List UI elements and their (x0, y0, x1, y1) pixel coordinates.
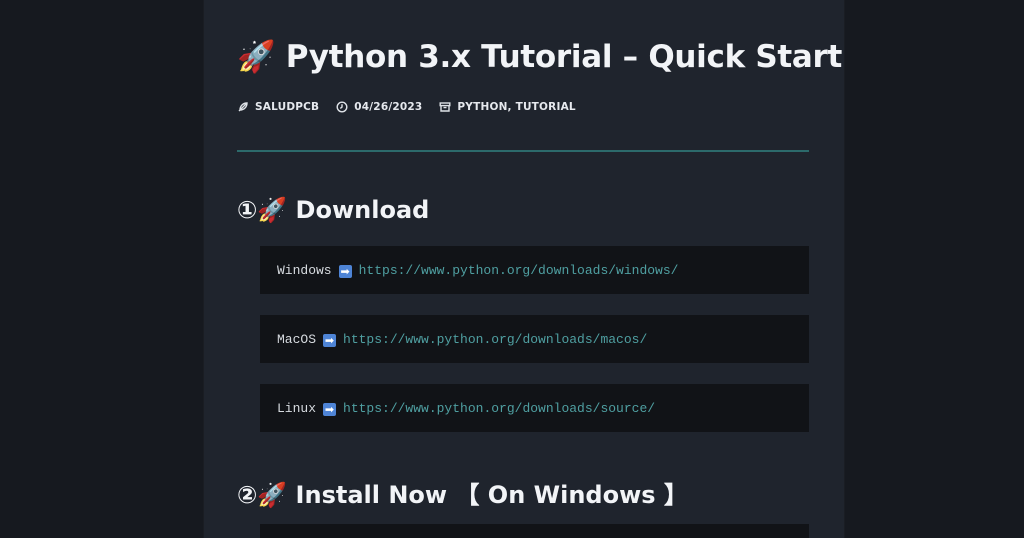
title-divider (237, 150, 809, 152)
code-block-install (260, 524, 809, 538)
os-label-macos: MacOS (277, 331, 317, 347)
clock-icon (336, 101, 348, 113)
section-heading-install: ②🚀 Install Now 【 On Windows 】 (237, 481, 688, 509)
code-block-windows: Windows ➡ https://www.python.org/downloads… (260, 246, 809, 294)
meta-author[interactable]: SALUDPCB (237, 101, 319, 113)
post-meta: SALUDPCB 04/26/2023 PYTHON, TUTORIAL (237, 101, 593, 113)
arrow-right-icon: ➡ (323, 333, 337, 347)
post-categories: PYTHON, TUTORIAL (457, 101, 576, 113)
post-date: 04/26/2023 (354, 101, 423, 113)
link-windows-download[interactable]: https://www.python.org/downloads/windows… (359, 263, 679, 278)
meta-categories[interactable]: PYTHON, TUTORIAL (439, 101, 576, 113)
code-block-macos: MacOS ➡ https://www.python.org/downloads/m… (260, 315, 809, 363)
meta-date[interactable]: 04/26/2023 (336, 101, 422, 113)
os-label-windows: Windows (277, 262, 332, 278)
arrow-right-icon: ➡ (323, 402, 337, 416)
code-block-linux: Linux ➡ https://www.python.org/downloads/s… (260, 384, 809, 432)
section-heading-download: ①🚀 Download (237, 196, 430, 224)
arrow-right-icon: ➡ (338, 264, 352, 278)
archive-icon (439, 102, 451, 112)
link-linux-download[interactable]: https://www.python.org/downloads/source/ (343, 401, 655, 416)
author-name: SALUDPCB (255, 101, 320, 113)
page-title: 🚀 Python 3.x Tutorial – Quick Start (237, 39, 843, 75)
link-macos-download[interactable]: https://www.python.org/downloads/macos/ (343, 332, 647, 347)
os-label-linux: Linux (277, 400, 317, 416)
feather-icon (238, 102, 248, 112)
article-panel: 🚀 Python 3.x Tutorial – Quick Start SALU… (204, 0, 844, 538)
